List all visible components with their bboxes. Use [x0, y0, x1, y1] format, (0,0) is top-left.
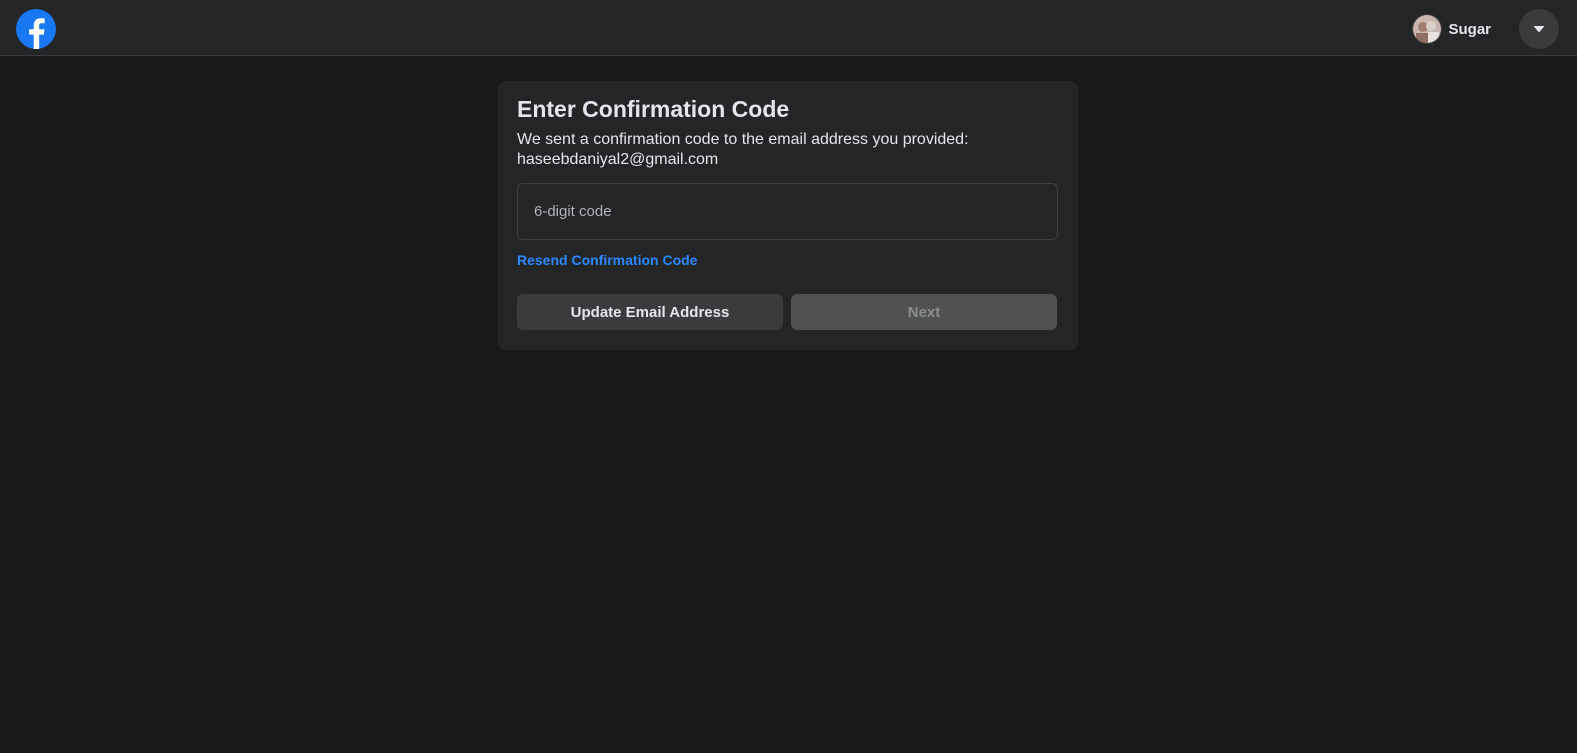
action-buttons: Update Email Address Next — [517, 294, 1057, 330]
top-navigation-bar: Sugar — [0, 0, 1577, 56]
facebook-logo-icon[interactable] — [16, 9, 56, 49]
confirmation-code-input[interactable] — [517, 183, 1058, 240]
update-email-button[interactable]: Update Email Address — [517, 294, 783, 330]
profile-button[interactable]: Sugar — [1412, 14, 1491, 44]
email-address: haseebdaniyal2@gmail.com — [517, 151, 719, 168]
confirmation-description: We sent a confirmation code to the email… — [517, 130, 1058, 170]
user-avatar — [1412, 14, 1443, 44]
account-menu-button[interactable] — [1519, 9, 1559, 49]
confirmation-card: Enter Confirmation Code We sent a confir… — [498, 81, 1078, 350]
next-button[interactable]: Next — [791, 294, 1057, 330]
resend-code-link[interactable]: Resend Confirmation Code — [517, 252, 697, 268]
caret-down-icon — [1533, 26, 1545, 33]
page-title: Enter Confirmation Code — [517, 96, 790, 122]
profile-name: Sugar — [1448, 20, 1491, 38]
description-text: We sent a confirmation code to the email… — [517, 131, 969, 148]
